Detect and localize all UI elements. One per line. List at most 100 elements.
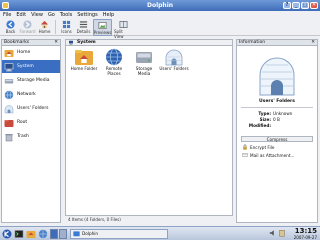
file-item-storage-media[interactable]: Storage Media <box>129 48 159 76</box>
details-view-icon <box>79 20 88 28</box>
action-mail-attachment[interactable]: Mail as Attachment... <box>242 152 312 158</box>
location-bar[interactable]: System <box>65 39 233 46</box>
file-label: Home Folder <box>70 66 98 71</box>
info-value: Unknown <box>273 111 293 116</box>
minimize-button[interactable]: _ <box>292 2 300 9</box>
help-button[interactable]: ? <box>283 2 291 9</box>
panel-close-icon[interactable]: ✕ <box>54 40 58 45</box>
bookmark-label: Users' Folders <box>17 106 49 111</box>
info-separator <box>241 107 313 108</box>
home-folder-icon <box>4 49 14 57</box>
bookmark-home[interactable]: Home <box>2 46 60 59</box>
information-panel: Information ✕ Users' Folders Type: Unkno… <box>236 39 318 223</box>
forward-arrow-icon <box>23 19 32 29</box>
maximize-button[interactable]: □ <box>301 2 309 9</box>
bookmark-system[interactable]: System <box>2 60 60 73</box>
menu-tools[interactable]: Tools <box>60 12 72 18</box>
previews-icon <box>98 21 107 29</box>
remote-places-icon <box>106 48 122 66</box>
trash-icon <box>5 133 13 141</box>
info-key: Size: <box>259 117 271 122</box>
info-row-type: Type: Unknown <box>237 111 317 116</box>
icons-view-button[interactable]: Icons <box>59 19 74 34</box>
location-system-icon <box>69 40 73 45</box>
menu-edit[interactable]: Edit <box>16 12 26 18</box>
dolphin-window: Dolphin ? _ □ ✕ File Edit View Go Tools … <box>0 0 320 226</box>
bookmark-label: Storage Media <box>17 78 50 83</box>
info-key: Modified: <box>248 123 271 128</box>
action-encrypt-file[interactable]: Encrypt File <box>242 144 312 150</box>
globe-icon <box>38 229 47 238</box>
clock[interactable]: 13:15 2007-09-27 <box>294 228 317 240</box>
root-folder-icon <box>4 119 14 127</box>
split-view-button[interactable]: Split View <box>114 19 133 39</box>
split-view-icon <box>119 20 128 28</box>
file-label: Remote Places <box>105 66 123 76</box>
clock-date: 2007-09-27 <box>293 235 317 240</box>
kmenu-button[interactable] <box>1 228 12 239</box>
menu-settings[interactable]: Settings <box>77 12 98 18</box>
system-tray <box>269 229 286 237</box>
volume-icon[interactable] <box>269 229 277 237</box>
information-title: Information <box>239 40 266 45</box>
network-icon <box>4 90 14 99</box>
back-button[interactable]: Back <box>3 19 18 34</box>
forward-label: Forward <box>19 29 36 34</box>
clipboard-icon[interactable] <box>278 229 286 237</box>
bookmark-storage-media[interactable]: Storage Media <box>2 74 60 87</box>
menu-view[interactable]: View <box>31 12 43 18</box>
taskbar-task-dolphin[interactable]: Dolphin <box>70 228 168 239</box>
launcher-konsole[interactable] <box>13 228 24 239</box>
window-title: Dolphin <box>146 2 174 9</box>
lock-icon <box>243 144 247 150</box>
bookmark-label: Home <box>17 50 31 55</box>
bookmark-users-folders[interactable]: Users' Folders <box>2 102 60 115</box>
file-icon-view[interactable]: Home Folder Remote Places Storage Media … <box>65 46 233 216</box>
desktop-2[interactable] <box>59 228 67 239</box>
bookmark-trash[interactable]: Trash <box>2 130 60 143</box>
users-folders-icon <box>4 104 14 113</box>
back-label: Back <box>5 29 16 34</box>
panel-close-icon[interactable]: ✕ <box>311 40 315 45</box>
bookmark-network[interactable]: Network <box>2 88 60 101</box>
bookmark-label: Trash <box>17 134 29 139</box>
users-folders-icon <box>165 49 183 66</box>
home-button[interactable]: Home <box>37 19 52 34</box>
home-icon <box>40 20 49 28</box>
close-button[interactable]: ✕ <box>310 2 318 9</box>
forward-button[interactable]: Forward <box>19 19 36 34</box>
users-folders-icon <box>259 57 295 96</box>
storage-media-icon <box>136 52 152 63</box>
home-folder-icon <box>26 230 35 238</box>
previews-button[interactable]: Previews <box>93 19 112 36</box>
home-folder-icon <box>75 50 93 65</box>
back-arrow-icon <box>6 19 15 29</box>
file-item-home-folder[interactable]: Home Folder <box>69 48 99 71</box>
details-view-button[interactable]: Details <box>76 19 91 34</box>
compress-button[interactable]: Compress <box>241 136 313 142</box>
app-menu-icon[interactable] <box>2 2 9 9</box>
bookmark-root[interactable]: Root <box>2 116 60 129</box>
desktop-1[interactable] <box>50 228 58 239</box>
launcher-browser[interactable] <box>37 228 48 239</box>
information-header: Information ✕ <box>236 39 318 46</box>
bookmark-label: Network <box>17 92 36 97</box>
launcher-home[interactable] <box>25 228 36 239</box>
file-item-remote-places[interactable]: Remote Places <box>99 48 129 76</box>
file-view-panel: System Home Folder Remote Places Storage… <box>65 39 233 223</box>
menu-help[interactable]: Help <box>103 12 114 18</box>
location-label: System <box>77 40 96 45</box>
bookmark-label: System <box>17 64 34 69</box>
menu-go[interactable]: Go <box>48 12 55 18</box>
bookmark-label: Root <box>17 120 28 125</box>
file-item-users-folders[interactable]: Users' Folders <box>159 48 189 71</box>
main-toolbar: Back Forward Home Icons Details Previews… <box>0 19 320 39</box>
file-label: Storage Media <box>135 66 153 76</box>
title-bar[interactable]: Dolphin ? _ □ ✕ <box>0 0 320 11</box>
bookmarks-title: Bookmarks <box>4 40 30 45</box>
dolphin-app-icon <box>73 231 80 237</box>
icons-view-label: Icons <box>61 29 72 34</box>
system-icon <box>4 62 14 71</box>
clock-time: 13:15 <box>294 227 317 235</box>
menu-file[interactable]: File <box>3 12 11 18</box>
